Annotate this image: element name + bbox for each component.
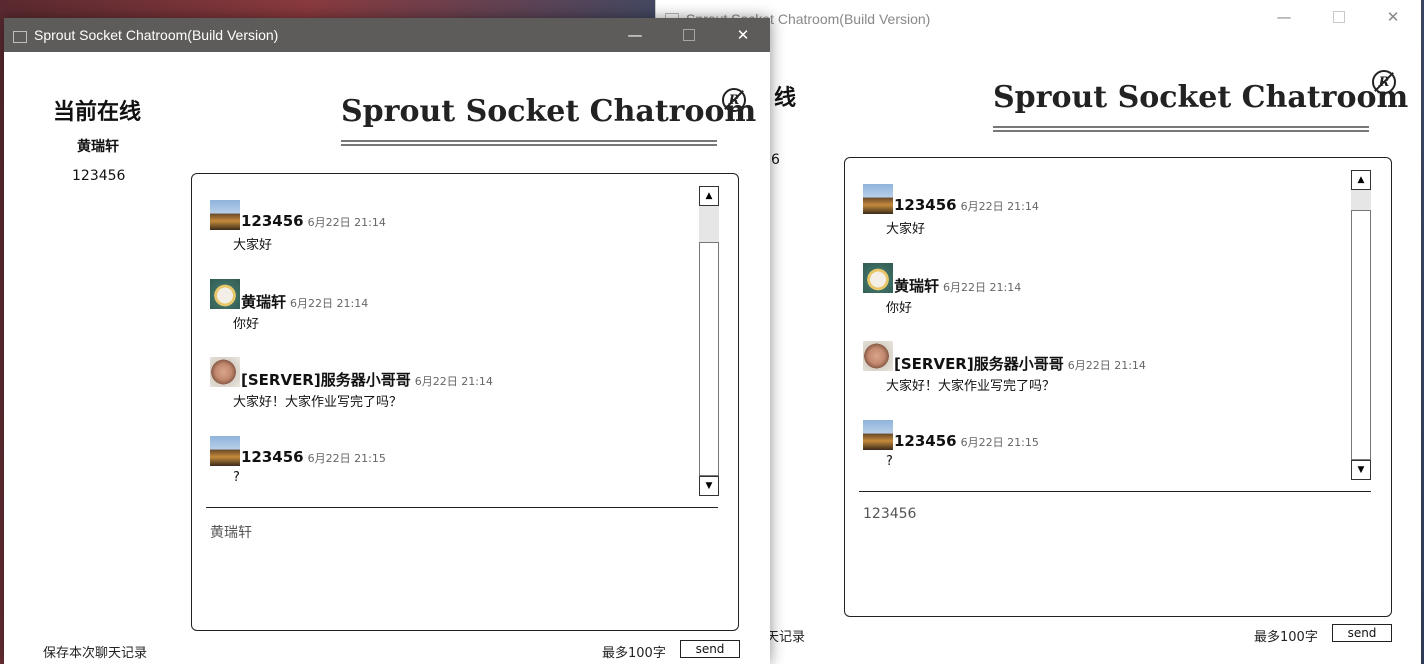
scroll-thumb[interactable] bbox=[1351, 210, 1371, 460]
message-sender: 黄瑞轩 6月22日 21:14 bbox=[241, 293, 369, 311]
message-time: 6月22日 21:14 bbox=[943, 281, 1022, 294]
scroll-track[interactable] bbox=[1351, 190, 1371, 460]
message-list[interactable]: 123456 6月22日 21:14 大家好 黄瑞轩 6月22日 21:14 你好 … bbox=[863, 184, 1343, 484]
scroll-up-button[interactable]: ▲ bbox=[1351, 170, 1371, 190]
input-divider bbox=[206, 507, 718, 508]
online-user: 6 bbox=[771, 152, 780, 168]
save-history-button[interactable]: 天记录 bbox=[766, 626, 805, 645]
message-sender: 123456 6月22日 21:15 bbox=[894, 432, 1039, 450]
girl-icon bbox=[863, 263, 893, 293]
person-icon bbox=[863, 341, 893, 371]
message-time: 6月22日 21:14 bbox=[307, 216, 386, 229]
message-time: 6月22日 21:15 bbox=[960, 436, 1039, 449]
online-user: 黄瑞轩 bbox=[77, 139, 119, 155]
message-time: 6月22日 21:14 bbox=[414, 375, 493, 388]
app-title: Sprout Socket Chatroom bbox=[993, 80, 1409, 115]
app-icon bbox=[12, 28, 27, 43]
scroll-track[interactable] bbox=[699, 206, 719, 476]
title-bar[interactable]: Sprout Socket Chatroom(Build Version) — … bbox=[4, 18, 770, 52]
message-text: ? bbox=[233, 470, 240, 485]
maximize-icon bbox=[683, 29, 695, 41]
input-divider bbox=[859, 491, 1371, 492]
maximize-button[interactable] bbox=[1316, 0, 1362, 34]
message-list[interactable]: 123456 6月22日 21:14 大家好 黄瑞轩 6月22日 21:14 你好 … bbox=[210, 200, 690, 500]
app-title: Sprout Socket Chatroom bbox=[341, 94, 757, 129]
scrollbar[interactable]: ▲ ▼ bbox=[699, 186, 719, 496]
scroll-thumb[interactable] bbox=[699, 242, 719, 476]
title-bar[interactable]: Sprout Socket Chatroom(Build Version) — … bbox=[656, 0, 1421, 38]
person-icon bbox=[210, 357, 240, 387]
message-input[interactable]: 123456 bbox=[863, 506, 916, 522]
save-history-button[interactable]: 保存本次聊天记录 bbox=[43, 642, 147, 661]
maximize-icon bbox=[1333, 11, 1345, 23]
online-heading: 当前在线 bbox=[53, 100, 142, 125]
message-text: ? bbox=[886, 454, 893, 469]
title-underline bbox=[993, 126, 1369, 132]
message-sender: 黄瑞轩 6月22日 21:14 bbox=[894, 277, 1022, 295]
cat-icon bbox=[863, 184, 893, 214]
message-text: 大家好！大家作业写完了吗？ bbox=[233, 395, 403, 410]
cat-icon bbox=[210, 200, 240, 230]
message-input[interactable]: 黄瑞轩 bbox=[210, 522, 252, 542]
logo-icon: R bbox=[1372, 70, 1396, 94]
online-user: 123456 bbox=[72, 168, 126, 184]
cat-icon bbox=[210, 436, 240, 466]
char-limit-label: 最多100字 bbox=[1254, 630, 1318, 645]
message-sender: 123456 6月22日 21:14 bbox=[241, 212, 386, 230]
send-button[interactable]: send bbox=[680, 640, 740, 658]
message-sender: 123456 6月22日 21:14 bbox=[894, 196, 1039, 214]
title-underline bbox=[341, 140, 717, 146]
maximize-button[interactable] bbox=[666, 18, 712, 52]
message-text: 大家好！大家作业写完了吗？ bbox=[886, 379, 1056, 394]
message-time: 6月22日 21:15 bbox=[307, 452, 386, 465]
online-heading: 线 bbox=[774, 86, 797, 111]
scroll-down-button[interactable]: ▼ bbox=[1351, 460, 1371, 480]
window-title: Sprout Socket Chatroom(Build Version) bbox=[34, 27, 279, 43]
chat-panel: 123456 6月22日 21:14 大家好 黄瑞轩 6月22日 21:14 你好 … bbox=[191, 173, 739, 631]
message-text: 大家好 bbox=[886, 222, 926, 237]
close-button[interactable]: ✕ bbox=[1370, 0, 1416, 34]
cat-icon bbox=[863, 420, 893, 450]
scroll-down-button[interactable]: ▼ bbox=[699, 476, 719, 496]
message-sender: [SERVER]服务器小哥哥 6月22日 21:14 bbox=[894, 355, 1146, 373]
send-button[interactable]: send bbox=[1332, 624, 1392, 642]
message-time: 6月22日 21:14 bbox=[1067, 359, 1146, 372]
chat-window-front: Sprout Socket Chatroom(Build Version) — … bbox=[4, 18, 770, 664]
message-sender: [SERVER]服务器小哥哥 6月22日 21:14 bbox=[241, 371, 493, 389]
minimize-button[interactable]: — bbox=[1261, 0, 1307, 34]
message-text: 你好 bbox=[233, 317, 260, 332]
scroll-up-button[interactable]: ▲ bbox=[699, 186, 719, 206]
message-text: 大家好 bbox=[233, 238, 273, 253]
minimize-button[interactable]: — bbox=[612, 18, 658, 52]
message-time: 6月22日 21:14 bbox=[960, 200, 1039, 213]
message-text: 你好 bbox=[886, 301, 913, 316]
message-sender: 123456 6月22日 21:15 bbox=[241, 448, 386, 466]
scrollbar[interactable]: ▲ ▼ bbox=[1351, 170, 1371, 480]
close-button[interactable]: ✕ bbox=[720, 18, 766, 52]
char-limit-label: 最多100字 bbox=[602, 646, 666, 661]
chat-panel: 123456 6月22日 21:14 大家好 黄瑞轩 6月22日 21:14 你好 … bbox=[844, 157, 1392, 617]
girl-icon bbox=[210, 279, 240, 309]
message-time: 6月22日 21:14 bbox=[290, 297, 369, 310]
logo-icon: R bbox=[722, 88, 746, 112]
